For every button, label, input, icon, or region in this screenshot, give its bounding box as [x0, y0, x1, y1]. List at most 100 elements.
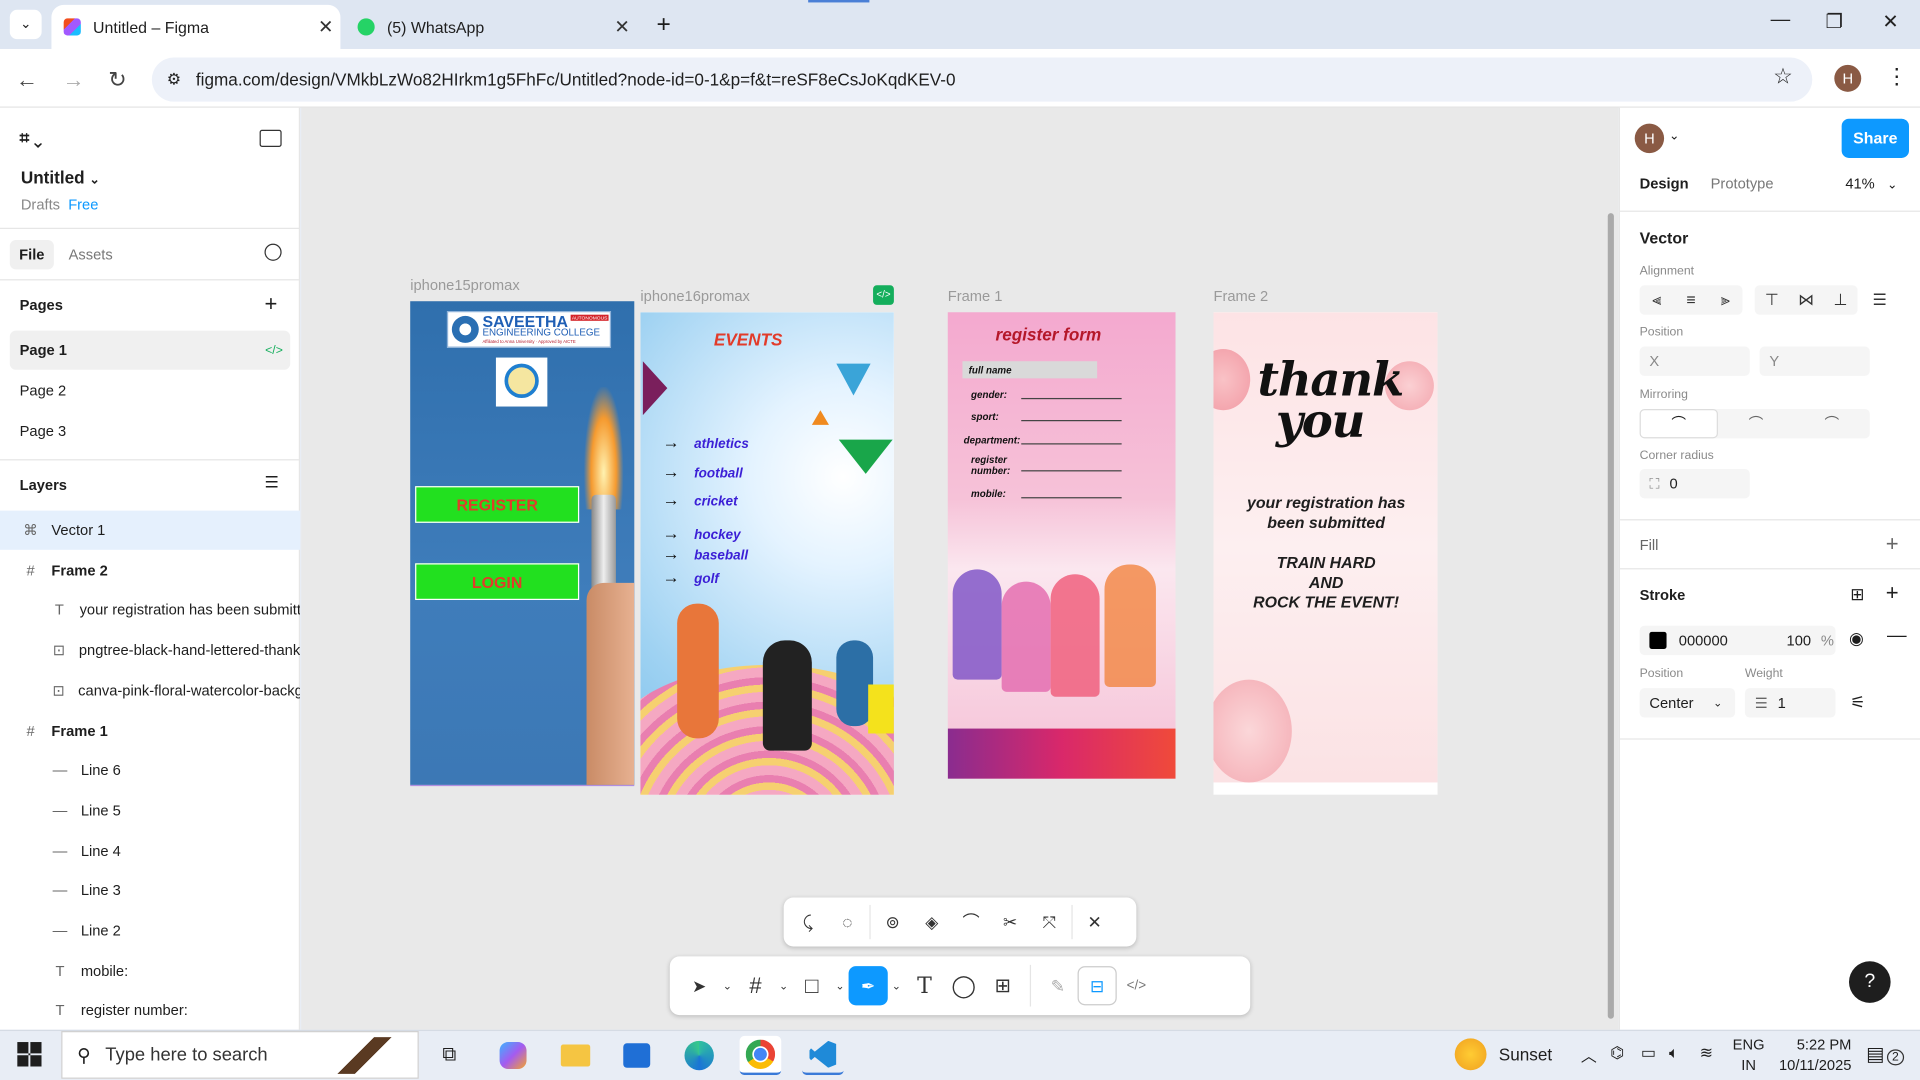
- align-middle-icon[interactable]: ⋈: [1789, 285, 1823, 314]
- layer-item[interactable]: — Line 4: [0, 831, 300, 870]
- frame-tool-icon[interactable]: #: [736, 966, 775, 1005]
- file-explorer-icon[interactable]: [555, 1036, 597, 1075]
- profile-avatar[interactable]: H: [1834, 64, 1862, 92]
- layer-item[interactable]: Tregister number:: [0, 991, 300, 1030]
- form-input-line[interactable]: [1021, 470, 1122, 472]
- zoom-level[interactable]: 41% ⌄: [1845, 175, 1897, 192]
- dev-mode-badge-icon[interactable]: </>: [873, 285, 894, 305]
- vector-network-icon[interactable]: ⤧: [1030, 902, 1069, 941]
- stroke-styles-icon[interactable]: ⊞: [1850, 584, 1864, 605]
- frame-label[interactable]: iphone15promax: [410, 277, 519, 294]
- frame-thank-you[interactable]: thank you your registration has been subm…: [1213, 312, 1438, 795]
- close-window-icon[interactable]: ✕: [1866, 10, 1915, 39]
- login-button[interactable]: LOGIN: [415, 563, 580, 601]
- form-input-line[interactable]: [1021, 420, 1122, 422]
- bend-tool-icon[interactable]: ⤹: [789, 902, 828, 941]
- visibility-eye-icon[interactable]: ◉: [1849, 628, 1864, 649]
- close-vector-edit-icon[interactable]: ✕: [1075, 902, 1114, 941]
- microsoft-store-icon[interactable]: [616, 1036, 658, 1075]
- comment-tool-icon[interactable]: ◯: [944, 966, 983, 1005]
- layer-item[interactable]: — Line 6: [0, 751, 300, 790]
- draw-mode-icon[interactable]: ✎: [1038, 966, 1077, 1005]
- design-mode-icon[interactable]: ⊟: [1077, 966, 1117, 1006]
- frame-iphone15promax[interactable]: SAVEETHA ENGINEERING COLLEGE AUTONOMOUS …: [410, 301, 635, 787]
- layer-item[interactable]: — Line 3: [0, 871, 300, 910]
- tab-assets[interactable]: Assets: [69, 240, 113, 269]
- register-button[interactable]: REGISTER: [415, 486, 580, 523]
- move-options-chevron-icon[interactable]: ⌄: [719, 966, 736, 1005]
- layer-item[interactable]: Tyour registration has been submitted: [0, 591, 300, 630]
- tab-search-chevron-icon[interactable]: ⌄: [9, 9, 42, 40]
- language-indicator[interactable]: ENG IN: [1733, 1035, 1765, 1077]
- position-y-field[interactable]: Y: [1759, 346, 1870, 376]
- add-stroke-icon[interactable]: +: [1886, 580, 1899, 606]
- layers-filter-icon[interactable]: ☰: [264, 473, 278, 493]
- reload-icon[interactable]: ↻: [100, 64, 134, 96]
- page-item[interactable]: Page 3: [0, 411, 300, 450]
- share-button[interactable]: Share: [1841, 118, 1909, 158]
- restore-icon[interactable]: ❐: [1810, 10, 1859, 39]
- form-input-line[interactable]: [1021, 497, 1122, 499]
- toggle-sidebar-icon[interactable]: [259, 129, 282, 147]
- shape-options-chevron-icon[interactable]: ⌄: [831, 966, 848, 1005]
- layer-item[interactable]: ⊡ canva-pink-floral-watercolor-background: [0, 671, 300, 710]
- tab-figma[interactable]: Untitled – Figma ✕: [51, 4, 341, 49]
- corner-radius-field[interactable]: ⛶ 0: [1639, 468, 1750, 499]
- plan-badge[interactable]: Free: [68, 196, 98, 213]
- form-input-line[interactable]: [1021, 397, 1122, 400]
- dev-status-icon[interactable]: </>: [265, 343, 283, 356]
- user-avatar[interactable]: H: [1634, 123, 1665, 154]
- mirror-none-icon[interactable]: ⌒: [1639, 408, 1718, 439]
- url-bar[interactable]: ⚙ figma.com/design/VMkbLzWo82HIrkm1g5FhF…: [151, 57, 1813, 102]
- frame-register-form[interactable]: register form full name gender: sport: depa…: [947, 312, 1176, 779]
- tab-whatsapp[interactable]: (5) WhatsApp ✕: [348, 5, 637, 49]
- position-x-field[interactable]: X: [1639, 346, 1750, 376]
- align-bottom-icon[interactable]: ⊥: [1823, 285, 1857, 314]
- add-fill-icon[interactable]: +: [1886, 531, 1899, 557]
- text-tool-icon[interactable]: T: [905, 966, 944, 1005]
- forward-icon[interactable]: →: [56, 64, 90, 96]
- new-tab-button[interactable]: +: [649, 10, 678, 39]
- stroke-color-field[interactable]: 000000 100 %: [1639, 625, 1836, 656]
- chrome-icon[interactable]: [739, 1035, 782, 1076]
- layer-item[interactable]: Tmobile:: [0, 951, 300, 990]
- pen-options-chevron-icon[interactable]: ⌄: [888, 966, 905, 1005]
- tab-design[interactable]: Design: [1640, 175, 1689, 192]
- tab-prototype[interactable]: Prototype: [1711, 175, 1774, 192]
- stroke-weight-field[interactable]: ☰ 1: [1744, 688, 1836, 718]
- volume-icon[interactable]: 🔈︎: [1669, 1043, 1679, 1063]
- meet-now-icon[interactable]: ⌬: [1610, 1043, 1624, 1063]
- canvas-scrollbar[interactable]: [1607, 213, 1614, 1019]
- frame-iphone16promax[interactable]: EVENTS → athletics → football → cricket → h…: [640, 312, 894, 795]
- edge-icon[interactable]: [678, 1036, 720, 1075]
- back-icon[interactable]: ←: [10, 64, 44, 96]
- align-top-icon[interactable]: ⊤: [1755, 285, 1789, 314]
- clock[interactable]: 5:22 PM 10/11/2025: [1773, 1035, 1851, 1077]
- cut-path-icon[interactable]: ✂: [991, 902, 1030, 941]
- minimize-icon[interactable]: —: [1756, 10, 1805, 39]
- mirror-angle-icon[interactable]: ⌒: [1718, 409, 1794, 438]
- frame-options-chevron-icon[interactable]: ⌄: [775, 966, 792, 1005]
- notifications-icon[interactable]: ▤ 2: [1866, 1042, 1904, 1066]
- layer-item[interactable]: ⊡ pngtree-black-hand-lettered-thank-you: [0, 631, 300, 670]
- align-left-icon[interactable]: ⫷: [1640, 285, 1674, 314]
- remove-stroke-icon[interactable]: —: [1887, 626, 1907, 648]
- help-button[interactable]: ?: [1848, 961, 1891, 1003]
- move-tool-icon[interactable]: ➤: [680, 966, 719, 1005]
- avatar-chevron-icon[interactable]: ⌄: [1669, 130, 1679, 143]
- layer-item[interactable]: # Frame 2: [0, 551, 300, 590]
- layer-item[interactable]: # Frame 1: [0, 711, 300, 750]
- vscode-icon[interactable]: [802, 1036, 844, 1076]
- stroke-position-select[interactable]: Center ⌄: [1639, 688, 1736, 718]
- copilot-icon[interactable]: [492, 1036, 534, 1075]
- taskbar-search-box[interactable]: ⚲ Type here to search: [61, 1031, 419, 1079]
- search-layers-icon[interactable]: [264, 243, 282, 261]
- align-right-icon[interactable]: ⫸: [1708, 285, 1742, 314]
- pen-curve-icon[interactable]: ⌒: [951, 902, 990, 941]
- battery-icon[interactable]: ▭: [1641, 1043, 1656, 1063]
- figma-menu-icon[interactable]: ⌗ ⌄: [20, 127, 43, 148]
- wifi-icon[interactable]: ≋: [1700, 1043, 1713, 1063]
- browser-menu-icon[interactable]: ⋮: [1886, 64, 1908, 90]
- distribute-icon[interactable]: ☰: [1862, 285, 1896, 314]
- weather-widget[interactable]: Sunset: [1454, 1038, 1552, 1071]
